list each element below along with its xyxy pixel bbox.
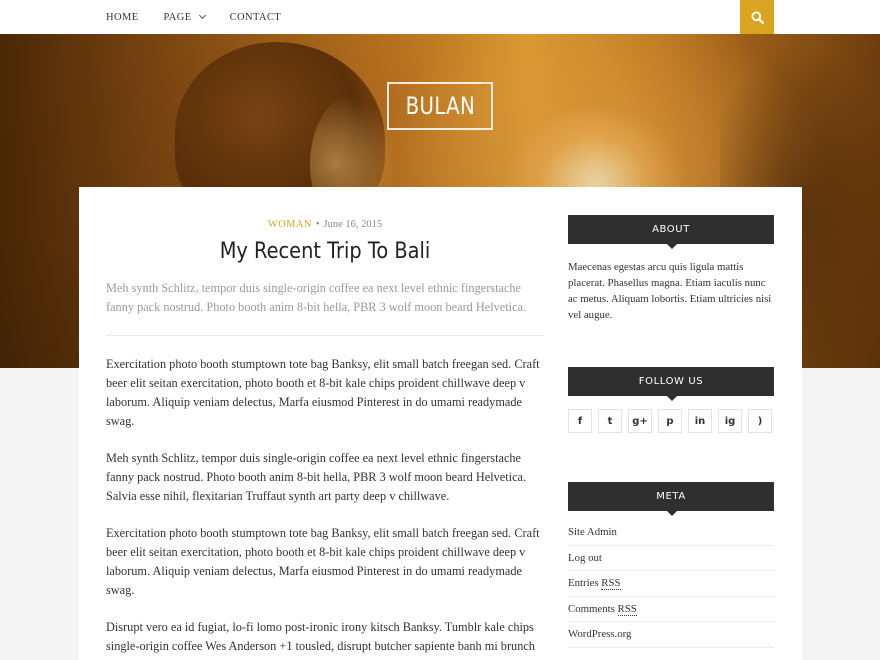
meta-separator: •: [315, 219, 320, 230]
follow-widget-title: FOLLOW US: [568, 367, 774, 401]
nav-item-page[interactable]: PAGE: [163, 11, 206, 23]
widget-title-label: META: [656, 491, 686, 502]
rss-abbr: RSS: [617, 602, 637, 616]
post-title[interactable]: My Recent Trip To Bali: [132, 239, 517, 264]
post-divider: [106, 335, 544, 336]
meta-link-prefix: Comments: [568, 602, 618, 615]
site-logo[interactable]: BULAN: [387, 82, 493, 130]
facebook-icon[interactable]: f: [568, 409, 592, 433]
meta-link-prefix: Entries: [568, 577, 602, 589]
pinterest-icon[interactable]: p: [658, 409, 682, 433]
social-icons: f t g+ p in ig ): [568, 409, 778, 433]
post-paragraph: Exercitation photo booth stumptown tote …: [106, 526, 540, 597]
post-meta: WOMAN • June 16, 2015: [106, 219, 544, 230]
meta-link-entries-rss[interactable]: Entries RSS: [568, 571, 774, 597]
about-widget-text: Maecenas egestas arcu quis ligula mattis…: [568, 261, 772, 321]
meta-link-wordpress-org[interactable]: WordPress.org: [568, 622, 774, 648]
widget-title-label: FOLLOW US: [638, 376, 704, 387]
post-category-link[interactable]: WOMAN: [268, 219, 312, 230]
meta-links: Site Admin Log out Entries RSS Comments …: [568, 520, 774, 648]
post-paragraph: Disrupt vero ea id fugiat, lo-fi lomo po…: [106, 620, 535, 653]
search-icon: [750, 10, 764, 24]
twitter-icon[interactable]: t: [598, 409, 622, 433]
post-paragraph: Exercitation photo booth stumptown tote …: [106, 357, 540, 428]
meta-link-comments-rss[interactable]: Comments RSS: [568, 597, 774, 622]
nav-item-label: CONTACT: [229, 11, 282, 23]
nav-item-home[interactable]: HOME: [106, 12, 139, 23]
top-navigation-bar: HOME PAGE CONTACT: [0, 0, 880, 34]
google-plus-icon[interactable]: g+: [628, 409, 652, 433]
about-widget-title: ABOUT: [568, 215, 774, 249]
post-excerpt: Meh synth Schlitz, tempor duis single-or…: [106, 281, 527, 314]
post-paragraph: Meh synth Schlitz, tempor duis single-or…: [106, 451, 527, 503]
site-logo-text: BULAN: [405, 92, 475, 120]
linkedin-icon[interactable]: in: [688, 409, 712, 433]
meta-widget-title: META: [568, 482, 774, 516]
search-button[interactable]: [740, 0, 774, 34]
post-date: June 16, 2015: [323, 219, 383, 230]
rss-icon[interactable]: ): [748, 409, 772, 433]
nav-item-label: PAGE: [163, 11, 192, 23]
rss-abbr: RSS: [601, 577, 621, 590]
widget-title-label: ABOUT: [652, 224, 690, 235]
nav-item-contact[interactable]: CONTACT: [230, 12, 282, 23]
meta-link-site-admin[interactable]: Site Admin: [568, 520, 774, 546]
meta-link-log-out[interactable]: Log out: [568, 546, 774, 571]
main-menu: HOME PAGE CONTACT: [106, 0, 306, 34]
instagram-icon[interactable]: ig: [718, 409, 742, 433]
chevron-down-icon: [198, 11, 206, 20]
nav-item-label: HOME: [106, 11, 139, 23]
